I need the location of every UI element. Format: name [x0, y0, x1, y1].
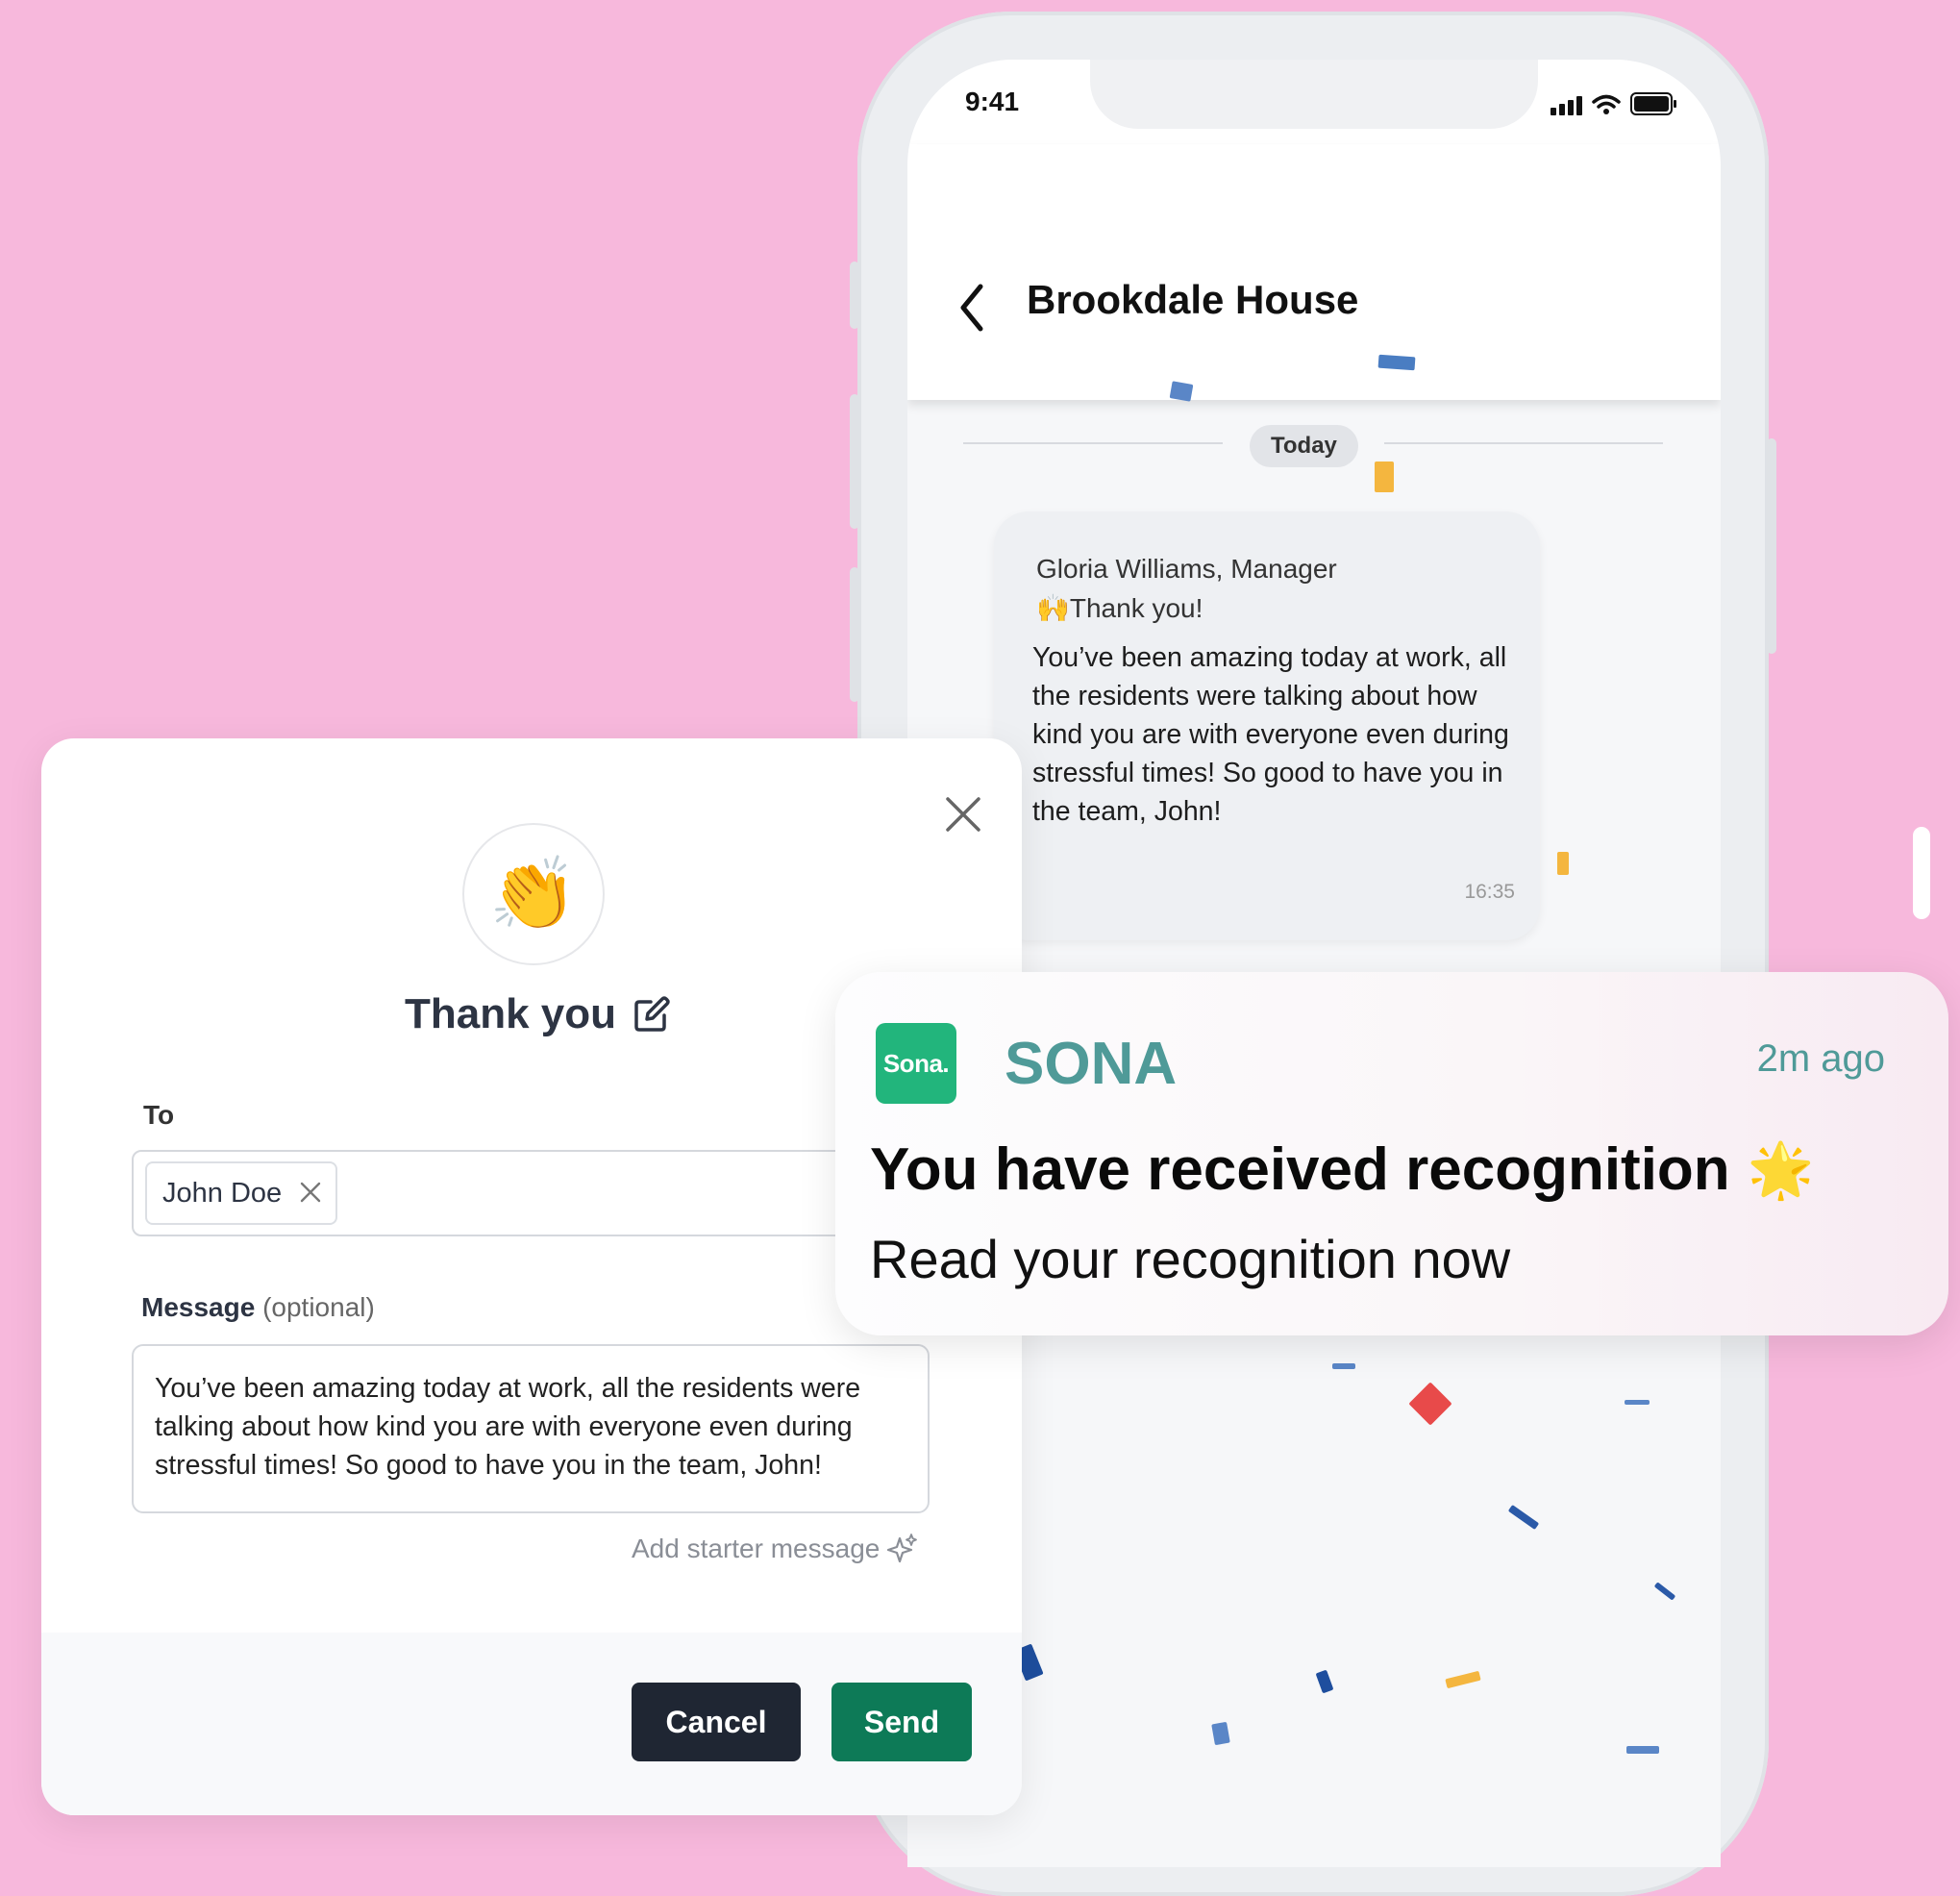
notification-title: You have received recognition 🌟 — [870, 1135, 1814, 1204]
raised-hands-icon: 🙌 — [1036, 593, 1070, 623]
phone-side-button — [850, 262, 859, 329]
wifi-icon — [1592, 94, 1621, 114]
message-body: You’ve been amazing today at work, all t… — [1032, 642, 1509, 827]
dialog-title-text: Thank you — [405, 990, 617, 1037]
push-notification[interactable]: Sona. SONA 2m ago You have received reco… — [835, 972, 1948, 1335]
date-divider-left — [963, 442, 1223, 444]
starter-label: Add starter message — [632, 1534, 881, 1563]
notification-title-text: You have received recognition — [870, 1136, 1730, 1203]
to-label: To — [143, 1100, 175, 1130]
status-bar: 9:41 — [907, 60, 1721, 144]
recipient-name: John Doe — [162, 1177, 283, 1209]
confetti — [1625, 1400, 1650, 1405]
signal-icon — [1551, 96, 1582, 115]
back-chevron-icon[interactable] — [954, 279, 992, 337]
notch — [1090, 60, 1538, 129]
cancel-button[interactable]: Cancel — [632, 1683, 801, 1761]
add-starter-message-button[interactable]: Add starter message — [632, 1533, 918, 1565]
confetti — [1507, 1504, 1540, 1531]
confetti — [1332, 1363, 1355, 1369]
confetti — [1445, 1670, 1481, 1689]
phone-side-button — [850, 394, 859, 529]
edit-icon[interactable] — [632, 994, 672, 1035]
status-icons — [1551, 92, 1676, 115]
sparkle-icon — [887, 1534, 918, 1563]
date-separator: Today — [1250, 425, 1358, 467]
chat-header: Brookdale House — [907, 144, 1721, 400]
dialog-title: Thank you — [405, 990, 672, 1038]
phone-side-button — [850, 567, 859, 702]
phone-power-button — [1767, 438, 1776, 654]
message-time: 16:35 — [1464, 881, 1515, 903]
confetti — [1169, 381, 1194, 402]
confetti — [1315, 1669, 1334, 1694]
decorative-dash — [1913, 827, 1930, 919]
confetti — [1557, 852, 1569, 875]
remove-recipient-icon[interactable] — [299, 1181, 322, 1204]
confetti — [1377, 354, 1416, 371]
glowing-star-icon: 🌟 — [1747, 1138, 1815, 1200]
phone-screen: 9:41 Brookdale House Today Gloria Willia… — [907, 60, 1721, 1867]
recipient-chip: John Doe — [145, 1161, 338, 1225]
message-label-text: Message — [141, 1292, 256, 1322]
confetti — [1375, 462, 1394, 492]
confetti — [1211, 1721, 1230, 1746]
battery-icon — [1630, 92, 1676, 115]
notification-time: 2m ago — [1756, 1037, 1885, 1080]
chat-title: Brookdale House — [1027, 277, 1359, 322]
date-divider-right — [1384, 442, 1663, 444]
close-icon[interactable] — [943, 794, 983, 835]
confetti — [1408, 1382, 1452, 1426]
message-textarea[interactable]: You’ve been amazing today at work, all t… — [132, 1344, 930, 1513]
send-button[interactable]: Send — [831, 1683, 972, 1761]
message-optional-hint: (optional) — [262, 1292, 375, 1322]
clapping-hands-icon: 👏 — [462, 823, 605, 965]
message-bubble: Gloria Williams, Manager 🙌Thank you! You… — [994, 511, 1540, 940]
message-subject: 🙌Thank you! — [1036, 592, 1203, 624]
sona-logo: Sona. — [876, 1023, 956, 1104]
notification-app-name: SONA — [1005, 1031, 1178, 1097]
message-sender: Gloria Williams, Manager — [1036, 554, 1337, 584]
message-subject-text: Thank you! — [1069, 593, 1203, 623]
notification-body: Read your recognition now — [870, 1229, 1511, 1289]
confetti — [1653, 1582, 1676, 1601]
message-label: Message (optional) — [141, 1292, 375, 1323]
confetti — [1626, 1746, 1659, 1754]
status-time: 9:41 — [965, 87, 1020, 116]
